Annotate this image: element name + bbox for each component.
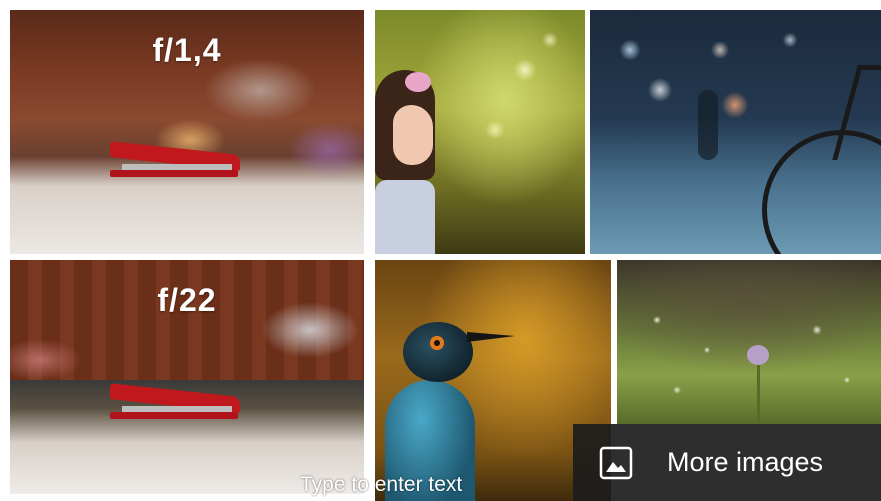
- stapler-graphic: [110, 383, 245, 420]
- more-images-button[interactable]: More images: [573, 424, 881, 501]
- photo-flower-bokeh[interactable]: [617, 260, 881, 424]
- aperture-label-f22: f/22: [157, 282, 217, 318]
- stapler-graphic: [110, 141, 245, 178]
- photo-bicycle-bokeh[interactable]: [590, 10, 881, 254]
- photo-aperture-f14[interactable]: f/1,4: [10, 10, 364, 254]
- photo-girl-bokeh[interactable]: [375, 10, 585, 254]
- more-images-label: More images: [667, 447, 824, 477]
- photo-aperture-f22[interactable]: f/22: [10, 260, 364, 494]
- aperture-label-f14: f/1,4: [152, 32, 222, 68]
- text-placeholder[interactable]: Type to enter text: [300, 473, 462, 497]
- image-icon: [599, 446, 633, 480]
